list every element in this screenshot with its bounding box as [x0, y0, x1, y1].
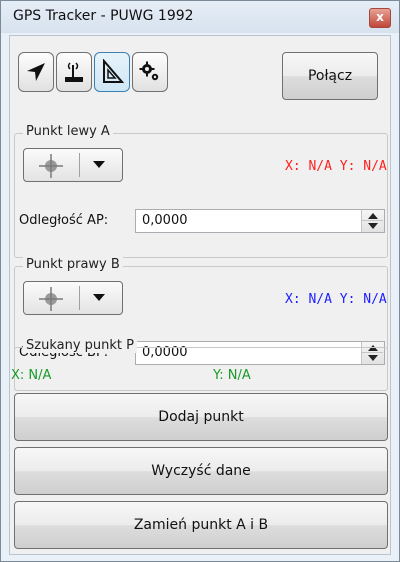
triangle-ruler-icon: [103, 59, 124, 83]
point-p-title: Szukany punkt P: [23, 338, 137, 353]
main-panel: Połącz Punkt lewy A X: N/A Y: N/A Odległ…: [9, 35, 391, 555]
antenna-icon: [65, 62, 83, 82]
point-a-title: Punkt lewy A: [23, 124, 113, 139]
add-point-button[interactable]: Dodaj punkt: [14, 393, 388, 441]
window-title: GPS Tracker - PUWG 1992: [13, 8, 194, 24]
crosshair-icon: [39, 287, 63, 311]
point-p-group: Szukany punkt P X: N/A Y: N/A: [11, 338, 388, 391]
close-icon: x: [376, 10, 384, 24]
arrow-up-icon[interactable]: [368, 213, 378, 219]
title-bar[interactable]: GPS Tracker - PUWG 1992 x: [1, 1, 399, 33]
clear-data-button[interactable]: Wyczyść dane: [14, 447, 388, 495]
gps-device-button[interactable]: [56, 52, 92, 92]
clear-data-label: Wyczyść dane: [151, 463, 251, 479]
navigation-arrow-icon: [27, 63, 45, 81]
chevron-down-icon[interactable]: [93, 294, 105, 301]
chevron-down-icon[interactable]: [93, 161, 105, 168]
point-p-y: Y: N/A: [213, 368, 251, 383]
point-b-title: Punkt prawy B: [23, 257, 123, 272]
distance-ap-input[interactable]: 0,0000: [135, 209, 385, 233]
point-b-coords: X: N/A Y: N/A: [285, 292, 387, 307]
connect-label: Połącz: [307, 68, 353, 84]
spinner-divider: [362, 220, 383, 221]
point-a-picker[interactable]: [23, 148, 123, 182]
arrow-down-icon[interactable]: [368, 223, 378, 229]
settings-button[interactable]: [132, 52, 168, 92]
app-window: GPS Tracker - PUWG 1992 x Połącz Punkt l…: [0, 0, 400, 562]
connect-button[interactable]: Połącz: [282, 52, 378, 100]
gears-icon: [139, 61, 159, 81]
combo-separator: [79, 153, 80, 177]
crosshair-icon: [39, 154, 63, 178]
distance-ap-spinner[interactable]: [361, 210, 384, 232]
point-a-group: Punkt lewy A X: N/A Y: N/A Odległość AP:…: [14, 124, 388, 258]
close-button[interactable]: x: [369, 8, 391, 28]
swap-points-label: Zamień punkt A i B: [133, 517, 269, 533]
distance-ap-label: Odległość AP:: [19, 213, 109, 228]
triangulation-button[interactable]: [94, 52, 130, 92]
combo-separator: [79, 286, 80, 310]
distance-ap-value: 0,0000: [142, 213, 188, 228]
point-b-picker[interactable]: [23, 281, 123, 315]
point-p-x: X: N/A: [11, 368, 52, 383]
navigation-button[interactable]: [18, 52, 54, 92]
add-point-label: Dodaj punkt: [158, 409, 244, 425]
point-a-coords: X: N/A Y: N/A: [285, 159, 387, 174]
swap-points-button[interactable]: Zamień punkt A i B: [14, 501, 388, 549]
